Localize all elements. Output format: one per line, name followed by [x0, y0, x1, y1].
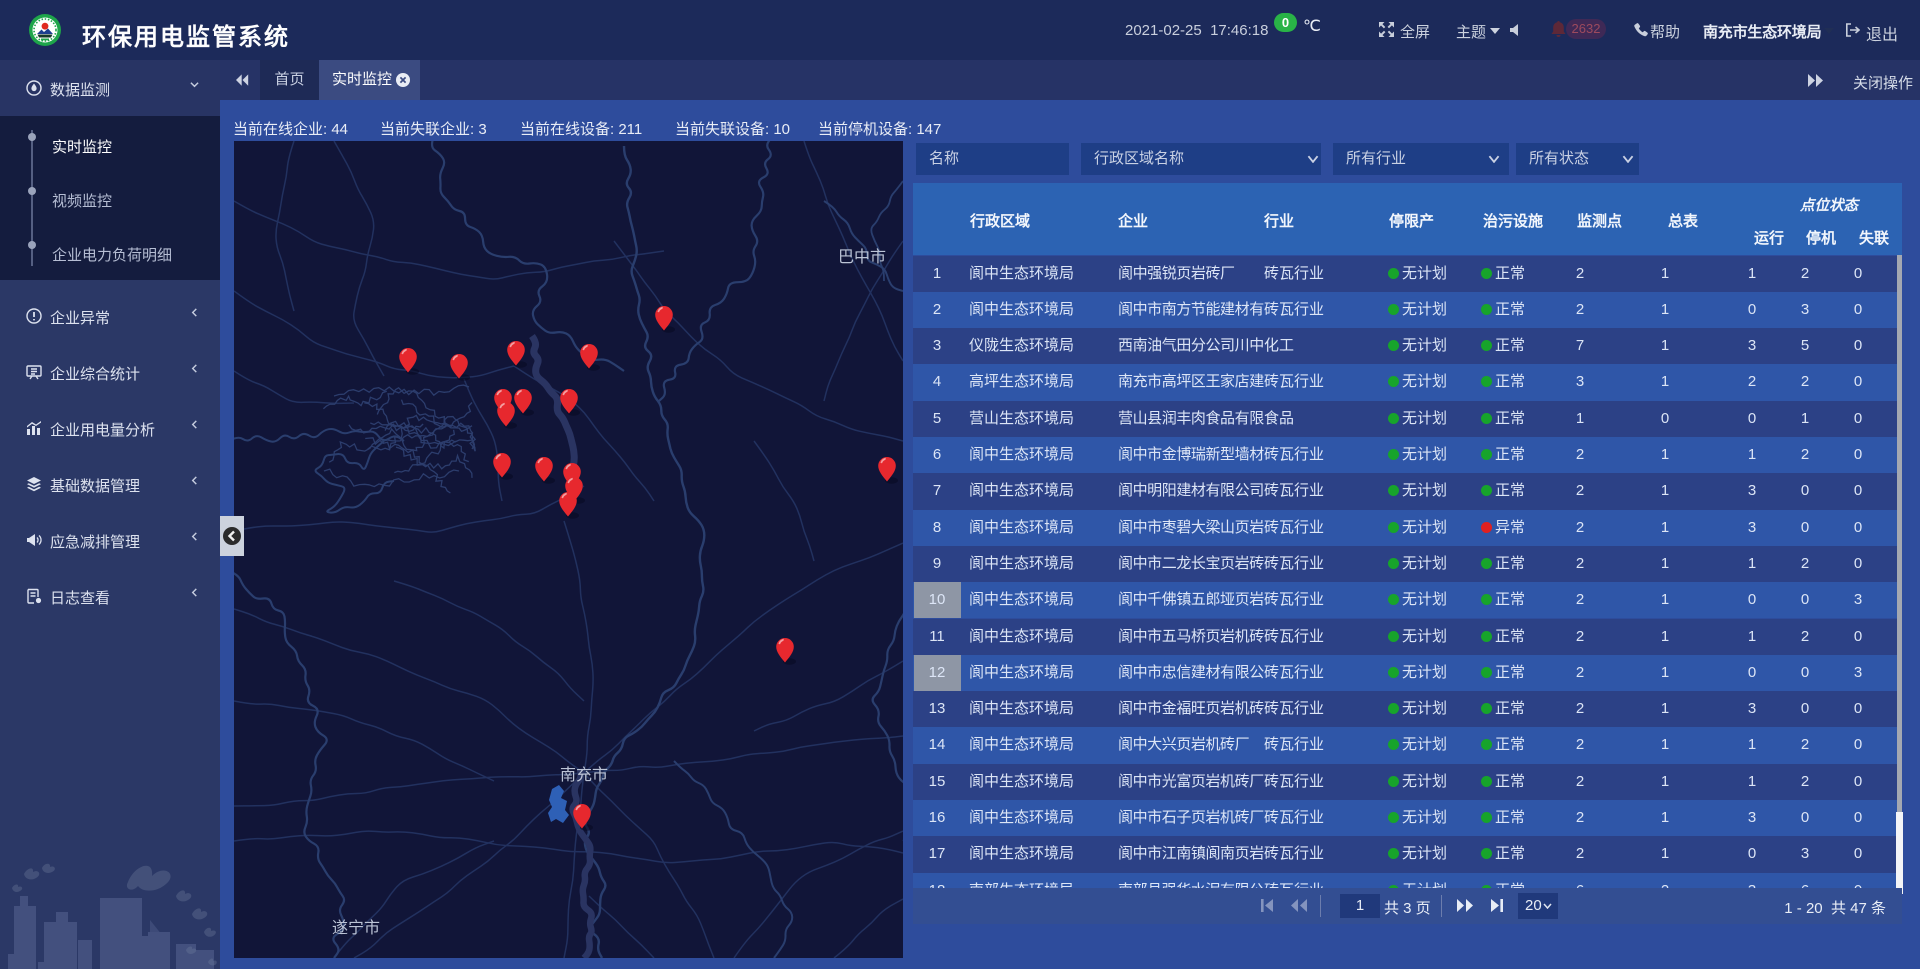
svg-text:南充市: 南充市: [560, 766, 608, 784]
svg-text:遂宁市: 遂宁市: [332, 919, 380, 937]
svg-text:巴中市: 巴中市: [838, 248, 886, 266]
